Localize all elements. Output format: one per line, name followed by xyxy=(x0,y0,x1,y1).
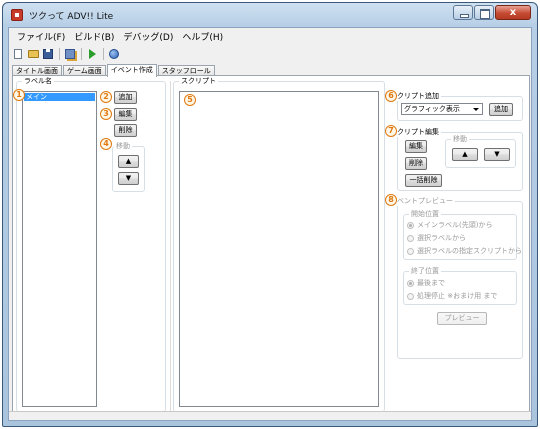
start-option-selected-script[interactable]: 選択ラベルの指定スクリプトから xyxy=(407,246,522,256)
save-button[interactable] xyxy=(41,47,55,60)
copy-button[interactable] xyxy=(63,47,77,60)
list-item[interactable]: メイン xyxy=(24,93,95,101)
annotation-badge-5: 5 xyxy=(184,94,196,106)
script-type-selected: グラフィック表示 xyxy=(404,105,460,113)
event-creation-page: ラベル名 メイン 1 2 追加 3 編集 削除 4 移動 ▲ ▼ スクリプト 5 xyxy=(12,75,530,415)
start-position-title: 開始位置 xyxy=(409,209,441,219)
label-add-button[interactable]: 追加 xyxy=(114,91,137,104)
help-icon xyxy=(109,48,119,59)
script-delete-button[interactable]: 削除 xyxy=(405,157,427,170)
open-folder-icon xyxy=(27,49,39,58)
window-controls: x xyxy=(452,5,531,20)
annotation-badge-1: 1 xyxy=(13,89,25,101)
annotation-badge-3: 3 xyxy=(100,108,112,120)
window-title: ツクって ADV!! Lite xyxy=(29,12,114,22)
menu-build[interactable]: ビルド(B) xyxy=(74,30,123,43)
help-button[interactable] xyxy=(107,47,121,60)
annotation-badge-8: 8 xyxy=(385,194,397,206)
script-list[interactable] xyxy=(179,91,379,407)
close-icon: x xyxy=(509,7,517,18)
script-group-title: スクリプト xyxy=(179,76,218,86)
start-option-main-label[interactable]: メインラベル(先頭)から xyxy=(407,220,492,230)
radio-button[interactable] xyxy=(407,234,414,242)
radio-button[interactable] xyxy=(407,279,414,287)
script-bulk-delete-button[interactable]: 一括削除 xyxy=(405,174,442,187)
menu-help[interactable]: ヘルプ(H) xyxy=(182,30,232,43)
toolbar xyxy=(11,46,122,61)
new-file-button[interactable] xyxy=(11,47,25,60)
title-bar[interactable]: ツクって ADV!! Lite x xyxy=(3,3,537,27)
open-button[interactable] xyxy=(26,47,40,60)
end-position-title: 終了位置 xyxy=(409,266,441,276)
preview-button[interactable]: プレビュー xyxy=(437,312,487,325)
radio-label: 選択ラベルから xyxy=(417,234,466,242)
save-icon xyxy=(43,48,53,59)
run-icon xyxy=(88,48,96,59)
menu-debug[interactable]: デバッグ(D) xyxy=(123,30,182,43)
radio-button[interactable] xyxy=(407,221,414,229)
main-window: ツクって ADV!! Lite x ファイル(F) ビルド(B) デバッグ(D)… xyxy=(2,2,538,427)
menu-file[interactable]: ファイル(F) xyxy=(17,30,74,43)
toolbar-separator xyxy=(59,47,60,60)
label-move-up-button[interactable]: ▲ xyxy=(118,155,139,168)
event-preview-title: イベントプレビュー xyxy=(388,196,455,206)
radio-button[interactable] xyxy=(407,247,414,255)
status-bar xyxy=(9,411,531,420)
end-option-stop[interactable]: 処理停止 ※おまけ用 まで xyxy=(407,291,497,301)
script-move-group-title: 移動 xyxy=(451,134,469,144)
start-option-selected-label[interactable]: 選択ラベルから xyxy=(407,233,466,243)
radio-label: メインラベル(先頭)から xyxy=(417,221,493,229)
annotation-badge-4: 4 xyxy=(100,138,112,150)
minimize-button[interactable] xyxy=(453,5,473,20)
client-area: ファイル(F) ビルド(B) デバッグ(D) ヘルプ(H) タイトル画面 ゲーム… xyxy=(8,27,532,421)
toolbar-separator xyxy=(103,47,104,60)
script-edit-button[interactable]: 編集 xyxy=(405,140,427,153)
radio-label: 選択ラベルの指定スクリプトから xyxy=(417,247,522,255)
label-move-group: 移動 xyxy=(112,141,145,192)
close-button[interactable]: x xyxy=(495,5,531,20)
label-group-title: ラベル名 xyxy=(22,76,54,86)
label-delete-button[interactable]: 削除 xyxy=(114,124,137,137)
script-move-down-button[interactable]: ▼ xyxy=(484,148,510,161)
label-move-down-button[interactable]: ▼ xyxy=(118,172,139,185)
menu-bar: ファイル(F) ビルド(B) デバッグ(D) ヘルプ(H) xyxy=(9,28,531,45)
radio-label: 最後まで xyxy=(417,279,445,287)
script-add-button[interactable]: 追加 xyxy=(489,103,513,116)
maximize-button[interactable] xyxy=(474,5,494,20)
chevron-down-icon xyxy=(473,108,479,111)
run-button[interactable] xyxy=(85,47,99,60)
new-file-icon xyxy=(14,48,22,59)
app-icon xyxy=(11,9,23,21)
end-option-last[interactable]: 最後まで xyxy=(407,278,445,288)
toolbar-separator xyxy=(81,47,82,60)
copy-icon xyxy=(65,48,75,59)
label-move-group-title: 移動 xyxy=(114,141,132,151)
annotation-badge-6: 6 xyxy=(385,90,397,102)
annotation-badge-2: 2 xyxy=(100,91,112,103)
radio-button[interactable] xyxy=(407,292,414,300)
script-move-up-button[interactable]: ▲ xyxy=(452,148,478,161)
script-type-dropdown[interactable]: グラフィック表示 xyxy=(401,103,483,115)
label-edit-button[interactable]: 編集 xyxy=(114,108,137,121)
radio-label: 処理停止 ※おまけ用 まで xyxy=(417,292,498,300)
panel-divider xyxy=(170,81,171,411)
label-list[interactable]: メイン xyxy=(22,91,97,407)
annotation-badge-7: 7 xyxy=(385,125,397,137)
tab-event-creation[interactable]: イベント作成 xyxy=(106,64,157,77)
